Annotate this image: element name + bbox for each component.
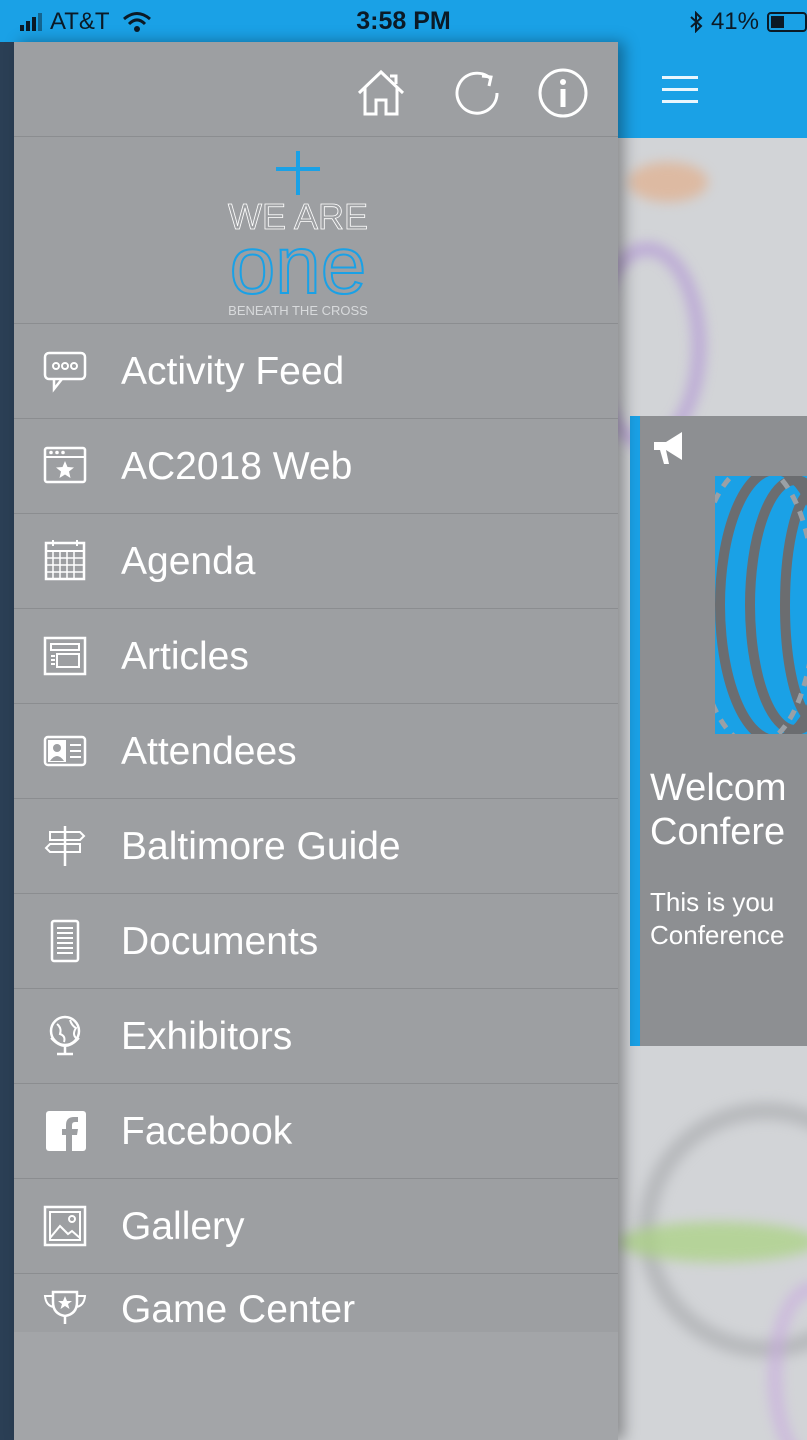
menu-item-exhibitors[interactable]: Exhibitors xyxy=(14,989,618,1084)
side-drawer: WE ARE one BENEATH THE CROSS Activity Fe… xyxy=(14,42,618,1440)
hamburger-menu-icon[interactable] xyxy=(662,76,698,104)
menu-item-label: Articles xyxy=(121,635,249,678)
image-icon xyxy=(43,1205,87,1247)
announcement-title-line2: Confere xyxy=(650,811,786,853)
menu-item-label: Gallery xyxy=(121,1205,245,1248)
menu-item-label: Agenda xyxy=(121,540,256,583)
menu-item-documents[interactable]: Documents xyxy=(14,894,618,989)
menu-item-baltimore-guide[interactable]: Baltimore Guide xyxy=(14,799,618,894)
announcement-body-line2: Conference xyxy=(650,920,785,950)
drawer-menu: Activity Feed AC2018 Web Agenda Articles… xyxy=(14,324,618,1368)
menu-item-ac2018-web[interactable]: AC2018 Web xyxy=(14,419,618,514)
globe-icon xyxy=(49,1015,81,1056)
menu-item-label: Game Center xyxy=(121,1288,356,1331)
megaphone-icon xyxy=(654,432,682,464)
announcement-body: This is you Conference xyxy=(650,886,807,952)
menu-item-attendees[interactable]: Attendees xyxy=(14,704,618,799)
announcement-title-line1: Welcom xyxy=(650,767,787,809)
status-bar: AT&T 3:58 PM 41% xyxy=(0,0,807,42)
refresh-icon[interactable] xyxy=(450,66,504,120)
clock: 3:58 PM xyxy=(356,7,451,35)
article-icon xyxy=(43,636,87,676)
menu-item-agenda[interactable]: Agenda xyxy=(14,514,618,609)
bluetooth-icon xyxy=(690,11,703,33)
menu-item-label: Facebook xyxy=(121,1110,293,1153)
announcement-card[interactable]: Welcom Confere This is you Conference xyxy=(630,416,807,1046)
battery-icon xyxy=(767,12,807,32)
calendar-icon xyxy=(44,540,86,581)
announcement-title: Welcom Confere xyxy=(650,766,807,854)
logo-line3: BENEATH THE CROSS xyxy=(228,303,368,318)
chat-bubble-icon xyxy=(43,351,87,393)
left-edge xyxy=(0,42,14,1440)
home-icon[interactable] xyxy=(354,66,408,120)
menu-item-label: Documents xyxy=(121,920,319,963)
menu-item-label: Baltimore Guide xyxy=(121,825,401,868)
trophy-icon xyxy=(43,1290,87,1324)
drawer-footer xyxy=(14,1332,618,1440)
info-icon[interactable] xyxy=(536,66,590,120)
web-star-icon xyxy=(43,446,87,484)
signpost-icon xyxy=(44,826,86,866)
app-header xyxy=(618,42,807,138)
battery-percent: 41% xyxy=(710,8,759,35)
menu-item-activity-feed[interactable]: Activity Feed xyxy=(14,324,618,419)
main-content: Welcom Confere This is you Conference xyxy=(618,42,807,1440)
menu-item-facebook[interactable]: Facebook xyxy=(14,1084,618,1179)
menu-item-label: Exhibitors xyxy=(121,1015,293,1058)
logo-line2: one xyxy=(230,220,367,311)
menu-item-label: Attendees xyxy=(121,730,297,773)
facebook-icon xyxy=(46,1111,86,1151)
document-icon xyxy=(50,919,80,963)
drawer-toolbar xyxy=(14,42,618,137)
announcement-body-line1: This is you xyxy=(650,887,775,917)
status-right: 41% xyxy=(689,8,807,36)
id-card-icon xyxy=(43,735,87,767)
menu-item-label: Activity Feed xyxy=(121,350,345,393)
menu-item-gallery[interactable]: Gallery xyxy=(14,1179,618,1274)
announcement-image xyxy=(715,476,807,734)
app-logo: WE ARE one BENEATH THE CROSS xyxy=(14,137,618,324)
menu-item-label: AC2018 Web xyxy=(121,445,353,488)
menu-item-articles[interactable]: Articles xyxy=(14,609,618,704)
